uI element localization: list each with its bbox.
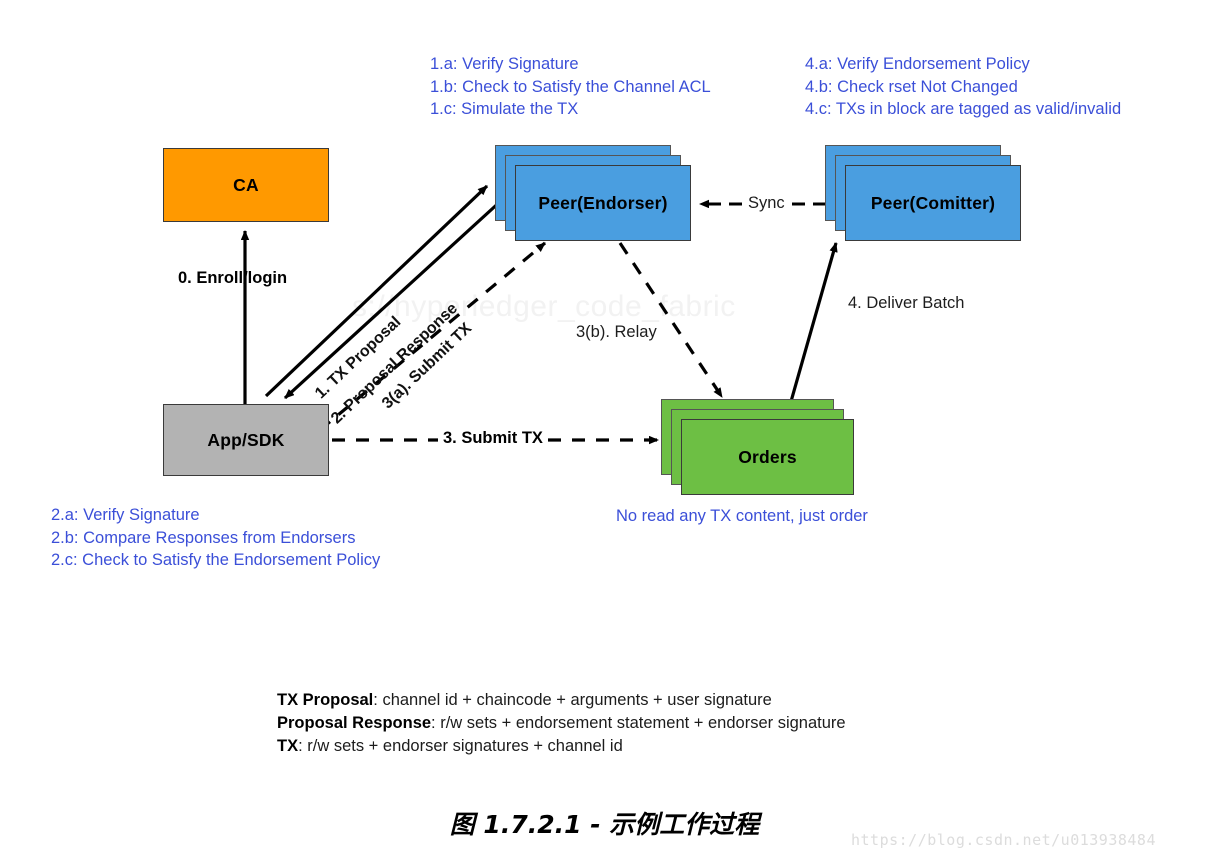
node-peer-comitter-label: Peer(Comitter) (870, 192, 996, 213)
legend-row-3-term: TX (277, 737, 299, 755)
legend-row-1-desc: : channel id + chaincode + arguments + u… (373, 691, 772, 709)
legend-row-3: TX: r/w sets + endorser signatures + cha… (277, 735, 846, 758)
node-app-sdk[interactable]: App/SDK (163, 404, 329, 476)
note-orders: No read any TX content, just order (616, 505, 868, 528)
note-endorser-line-1: 1.a: Verify Signature (430, 55, 579, 73)
note-orders-line-1: No read any TX content, just order (616, 507, 868, 525)
legend-row-1-term: TX Proposal (277, 691, 374, 709)
peer-endorser-stack-front[interactable]: Peer(Endorser) (515, 165, 691, 241)
note-comitter-line-1: 4.a: Verify Endorsement Policy (805, 55, 1030, 73)
edge-label-deliver-batch: 4. Deliver Batch (848, 294, 965, 312)
edge-label-sync: Sync (742, 194, 791, 213)
legend-block: TX Proposal: channel id + chaincode + ar… (277, 689, 846, 758)
note-app-line-2: 2.b: Compare Responses from Endorsers (51, 528, 356, 547)
node-peer-endorser-label: Peer(Endorser) (538, 192, 668, 213)
legend-row-2: Proposal Response: r/w sets + endorsemen… (277, 712, 846, 735)
note-comitter: 4.a: Verify Endorsement Policy 4.b: Chec… (805, 53, 1121, 121)
node-ca[interactable]: CA (163, 148, 329, 222)
note-endorser-line-3: 1.c: Simulate the TX (430, 100, 579, 118)
legend-row-2-desc: : r/w sets + endorsement statement + end… (431, 714, 846, 732)
diagram-canvas: s://hyperledger_code_fabric 1.a: Verify … (0, 0, 1209, 859)
legend-row-2-term: Proposal Response (277, 714, 432, 732)
edge-label-relay: 3(b). Relay (576, 323, 657, 341)
edge-deliver-batch (788, 242, 838, 406)
note-app-line-3: 2.c: Check to Satisfy the Endorsement Po… (51, 551, 381, 569)
csdn-watermark: https://blog.csdn.net/u013938484 (851, 831, 1156, 849)
edge-relay (618, 242, 724, 398)
note-endorser-line-2: 1.b: Check to Satisfy the Channel ACL (430, 77, 711, 96)
node-ca-label: CA (233, 174, 259, 195)
note-app-line-1: 2.a: Verify Signature (51, 506, 200, 524)
node-app-sdk-label: App/SDK (207, 429, 285, 450)
legend-row-1: TX Proposal: channel id + chaincode + ar… (277, 689, 846, 712)
node-orders-label: Orders (738, 446, 797, 467)
note-endorser: 1.a: Verify Signature 1.b: Check to Sati… (430, 53, 711, 121)
orders-stack-front[interactable]: Orders (681, 419, 854, 495)
edge-label-submit-tx: 3. Submit TX (438, 429, 548, 448)
peer-comitter-stack-front[interactable]: Peer(Comitter) (845, 165, 1021, 241)
note-app-sdk: 2.a: Verify Signature 2.b: Compare Respo… (51, 504, 380, 572)
note-comitter-line-3: 4.c: TXs in block are tagged as valid/in… (805, 100, 1122, 118)
note-comitter-line-2: 4.b: Check rset Not Changed (805, 77, 1018, 96)
legend-row-3-desc: : r/w sets + endorser signatures + chann… (298, 737, 623, 755)
edge-label-enroll-login: 0. Enroll/login (178, 269, 288, 287)
